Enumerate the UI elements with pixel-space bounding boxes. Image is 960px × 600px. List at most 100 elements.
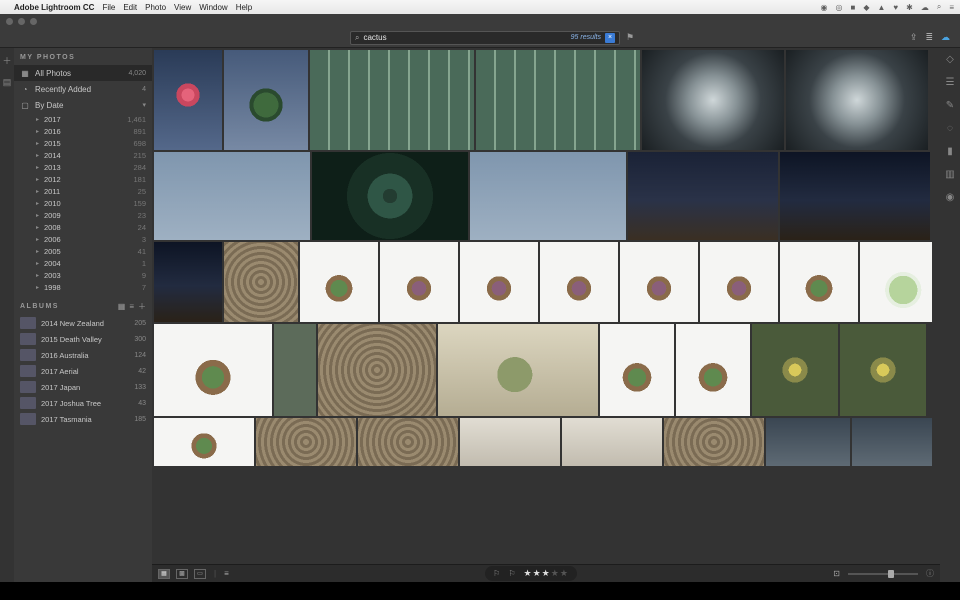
album-row[interactable]: 2015 Death Valley300 <box>14 331 152 347</box>
cloud-sync-icon[interactable]: ☁ <box>941 32 950 43</box>
photo-thumbnail[interactable] <box>224 242 298 322</box>
album-row[interactable]: 2017 Aerial42 <box>14 363 152 379</box>
sidebar-year-row[interactable]: ▸200923 <box>22 209 152 221</box>
star-icon[interactable]: ★ <box>524 568 533 578</box>
sidebar-year-row[interactable]: ▸2012181 <box>22 173 152 185</box>
photo-thumbnail[interactable] <box>318 324 436 416</box>
sidebar-year-row[interactable]: ▸2016891 <box>22 125 152 137</box>
album-row[interactable]: 2017 Tasmania185 <box>14 411 152 427</box>
traffic-max-icon[interactable] <box>30 18 37 25</box>
photo-thumbnail[interactable] <box>540 242 618 322</box>
sidebar-item-all-photos[interactable]: ▦ All Photos 4,020 <box>14 65 152 81</box>
sort-icon[interactable]: ≡ <box>224 569 229 578</box>
view-square-button[interactable]: ▩ <box>176 569 188 579</box>
rating-control[interactable]: ⚐ ⚐ ★★★★★ <box>485 566 577 581</box>
rating-stars[interactable]: ★★★★★ <box>524 568 569 579</box>
photo-thumbnail[interactable] <box>628 152 778 240</box>
photo-thumbnail[interactable] <box>676 324 750 416</box>
menu-window[interactable]: Window <box>199 3 227 12</box>
flag-reject-icon[interactable]: ⚐ <box>508 569 515 578</box>
album-row[interactable]: 2014 New Zealand205 <box>14 315 152 331</box>
view-detail-button[interactable]: ▭ <box>194 569 206 579</box>
photo-thumbnail[interactable] <box>154 242 222 322</box>
menubar-tray-icon[interactable]: ☁ <box>921 3 929 12</box>
photo-thumbnail[interactable] <box>620 242 698 322</box>
slider-knob-icon[interactable] <box>888 570 894 578</box>
search-input[interactable] <box>363 33 566 42</box>
photo-thumbnail[interactable] <box>274 324 316 416</box>
fit-icon[interactable]: ⊡ <box>833 569 840 578</box>
albums-grid-view-icon[interactable]: ▦ <box>118 302 126 311</box>
menu-view[interactable]: View <box>174 3 191 12</box>
photo-grid[interactable] <box>152 48 940 564</box>
sidebar-year-row[interactable]: ▸200541 <box>22 245 152 257</box>
photo-thumbnail[interactable] <box>780 242 858 322</box>
photo-thumbnail[interactable] <box>766 418 850 466</box>
album-row[interactable]: 2017 Japan133 <box>14 379 152 395</box>
clear-search-button[interactable]: × <box>605 33 615 43</box>
sidebar-year-row[interactable]: ▸2014215 <box>22 149 152 161</box>
star-icon[interactable]: ★ <box>560 568 569 578</box>
photo-thumbnail[interactable] <box>642 50 784 150</box>
share-icon[interactable]: ⇪ <box>910 32 918 43</box>
view-grid-button[interactable]: ▦ <box>158 569 170 579</box>
photo-thumbnail[interactable] <box>154 50 222 150</box>
photo-thumbnail[interactable] <box>154 418 254 466</box>
menubar-tray-icon[interactable]: ■ <box>850 3 855 12</box>
photo-thumbnail[interactable] <box>358 418 458 466</box>
add-photos-icon[interactable]: ＋ <box>2 54 11 67</box>
photo-thumbnail[interactable] <box>752 324 838 416</box>
menubar-tray-icon[interactable]: ♥ <box>893 3 898 12</box>
album-row[interactable]: 2017 Joshua Tree43 <box>14 395 152 411</box>
crop-icon[interactable]: ✎ <box>946 100 954 111</box>
menu-file[interactable]: File <box>102 3 115 12</box>
photo-thumbnail[interactable] <box>786 50 928 150</box>
panel-layout-icon[interactable]: ≣ <box>925 32 933 43</box>
sidebar-year-row[interactable]: ▸20039 <box>22 269 152 281</box>
photo-thumbnail[interactable] <box>300 242 378 322</box>
menubar-tray-icon[interactable]: ✱ <box>906 3 913 12</box>
flag-pick-icon[interactable]: ⚐ <box>493 569 500 578</box>
menubar-tray-icon[interactable]: ◎ <box>835 3 842 12</box>
photo-thumbnail[interactable] <box>664 418 764 466</box>
photo-thumbnail[interactable] <box>780 152 930 240</box>
photo-thumbnail[interactable] <box>460 242 538 322</box>
star-icon[interactable]: ★ <box>551 568 560 578</box>
add-album-icon[interactable]: ＋ <box>138 301 146 312</box>
menubar-tray-icon[interactable]: ◆ <box>863 3 869 12</box>
sidebar-year-row[interactable]: ▸20041 <box>22 257 152 269</box>
photo-thumbnail[interactable] <box>700 242 778 322</box>
brush-icon[interactable]: ▮ <box>947 146 953 157</box>
app-name[interactable]: Adobe Lightroom CC <box>14 3 94 12</box>
sidebar-year-row[interactable]: ▸201125 <box>22 185 152 197</box>
edit-sliders-icon[interactable]: ☰ <box>946 77 955 88</box>
sidebar-year-row[interactable]: ▸19987 <box>22 281 152 293</box>
albums-list-view-icon[interactable]: ≡ <box>129 302 134 311</box>
library-icon[interactable]: ▤ <box>3 77 12 88</box>
sidebar-year-row[interactable]: ▸20171,461 <box>22 113 152 125</box>
bulb-icon[interactable]: ◇ <box>946 54 954 65</box>
photo-thumbnail[interactable] <box>380 242 458 322</box>
traffic-close-icon[interactable] <box>6 18 13 25</box>
info-icon[interactable]: ⓘ <box>926 568 934 579</box>
filter-icon[interactable]: ⚑ <box>626 32 634 43</box>
star-icon[interactable]: ★ <box>542 568 551 578</box>
menu-edit[interactable]: Edit <box>123 3 137 12</box>
photo-thumbnail[interactable] <box>840 324 926 416</box>
sidebar-year-row[interactable]: ▸2015698 <box>22 137 152 149</box>
menubar-tray-icon[interactable]: ⌕ <box>937 2 941 12</box>
album-row[interactable]: 2016 Australia124 <box>14 347 152 363</box>
sidebar-year-row[interactable]: ▸20063 <box>22 233 152 245</box>
traffic-min-icon[interactable] <box>18 18 25 25</box>
photo-thumbnail[interactable] <box>154 324 272 416</box>
thumbnail-size-slider[interactable] <box>848 573 918 575</box>
photo-thumbnail[interactable] <box>256 418 356 466</box>
photo-thumbnail[interactable] <box>224 50 308 150</box>
linear-gradient-icon[interactable]: ▥ <box>945 169 954 180</box>
menu-photo[interactable]: Photo <box>145 3 166 12</box>
menubar-tray-icon[interactable]: ▲ <box>877 3 885 12</box>
menubar-tray-icon[interactable]: ◉ <box>821 3 828 12</box>
heal-icon[interactable]: ◌ <box>947 123 953 134</box>
photo-thumbnail[interactable] <box>154 152 310 240</box>
menubar-tray-icon[interactable]: ≡ <box>949 3 954 12</box>
